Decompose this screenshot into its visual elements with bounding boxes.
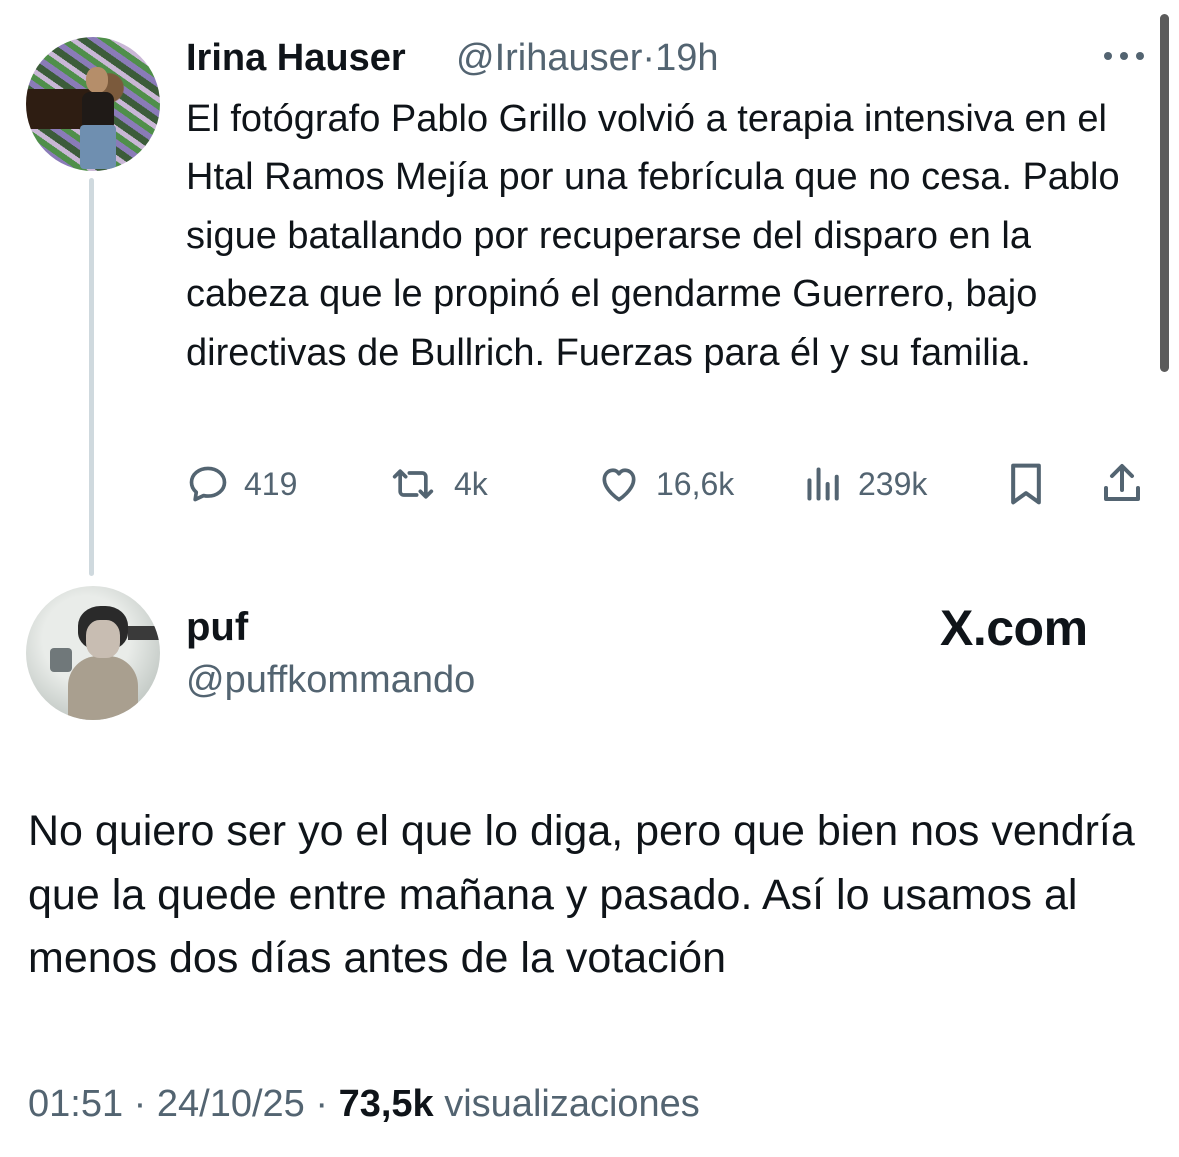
author-name[interactable]: Irina Hauser [186,34,406,82]
repost-button[interactable]: 4k [386,460,488,508]
time-separator: · [642,37,656,79]
reply-views-label: visualizaciones [444,1083,700,1125]
views-count: 239k [858,465,928,502]
avatar-figure-body [82,92,114,126]
share-upload-icon [1104,464,1140,501]
tweet-time[interactable]: 19h [655,37,718,79]
views-bars-icon [807,467,839,501]
reply-author-name[interactable]: puf [186,602,248,652]
avatar-mug [50,648,72,672]
avatar-torso [68,656,138,720]
author-handle-time[interactable]: @Irihauser·19h [456,34,718,82]
author-handle[interactable]: @Irihauser [456,37,642,79]
reply-views-count: 73,5k [338,1083,434,1125]
avatar-irina-hauser[interactable] [26,37,160,171]
bookmark-icon [1011,463,1041,505]
views-button[interactable]: 239k [804,460,927,508]
more-dots-icon[interactable] [1100,46,1148,66]
reply-count: 419 [244,465,298,502]
thread-connector-line [89,178,94,576]
avatar-sign [128,626,160,640]
reply-time[interactable]: 01:51 [28,1083,123,1125]
meta-separator: · [133,1083,147,1125]
reply-date[interactable]: 24/10/25 [157,1083,305,1125]
reply-meta: 01:51 · 24/10/25 · 73,5k visualizaciones [28,1080,700,1128]
avatar-puf[interactable] [26,586,160,720]
tweet-text: El fotógrafo Pablo Grillo volvió a terap… [186,98,1120,374]
scrollbar[interactable] [1160,14,1169,372]
reply-button[interactable]: 419 [186,460,297,508]
reply-bubble-icon [189,466,227,502]
repost-arrows-icon [392,469,434,499]
avatar-figure-head [86,67,108,93]
like-button[interactable]: 16,6k [596,460,734,508]
meta-separator: · [315,1083,329,1125]
heart-icon [602,468,636,502]
repost-count: 4k [454,465,488,502]
x-com-brand-logo: X.com [940,600,1088,656]
like-count: 16,6k [656,465,735,502]
reply-author-handle[interactable]: @puffkommando [186,656,475,704]
bookmark-button[interactable] [1004,460,1048,508]
reply-text: No quiero ser yo el que lo diga, pero qu… [28,807,1135,982]
avatar-figure-legs [80,125,116,169]
avatar-face [86,620,120,658]
share-button[interactable] [1098,460,1146,508]
